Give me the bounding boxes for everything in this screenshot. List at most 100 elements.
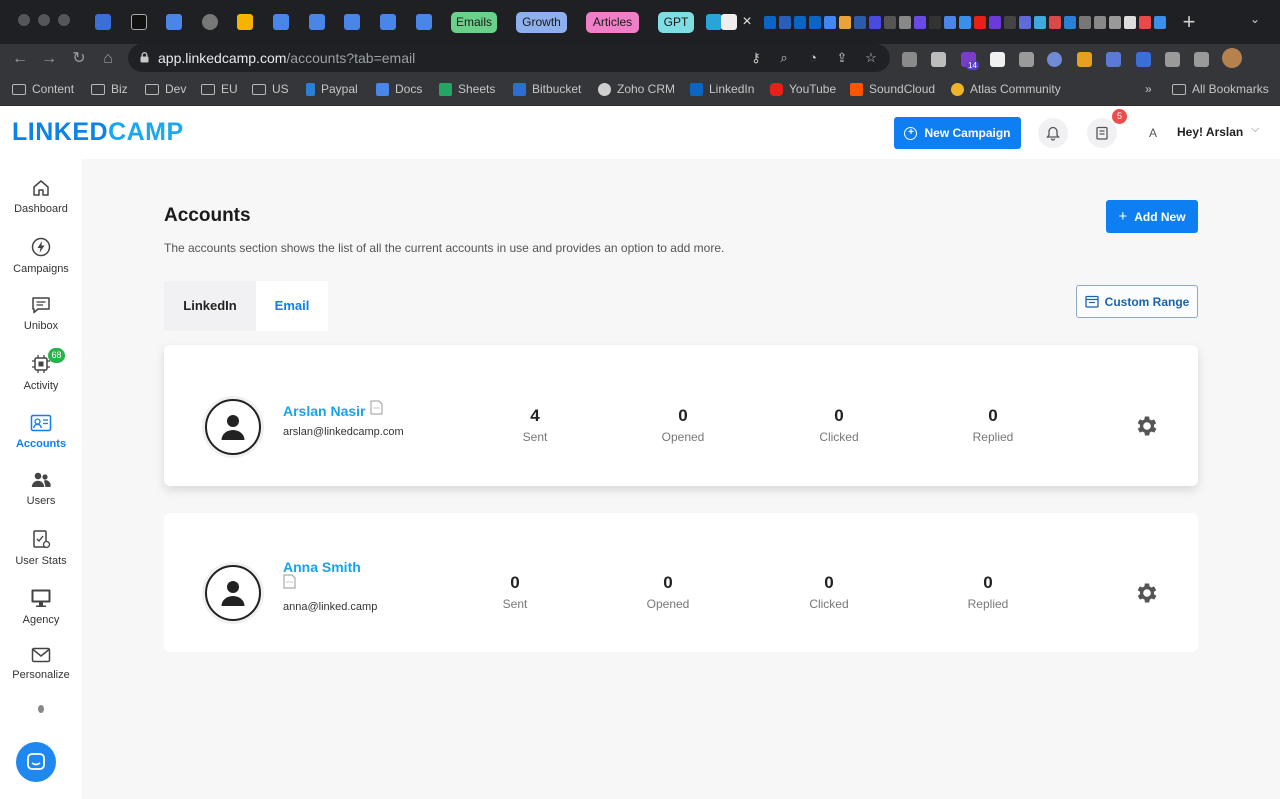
home-icon[interactable]: ⌂ [97,48,119,70]
file-csv-icon[interactable] [283,574,296,589]
add-new-account-button[interactable]: + Add New [1106,200,1198,233]
tab-favicon-check[interactable] [1004,16,1016,29]
m-extension-icon[interactable] [1019,52,1034,67]
tab-favicon-active[interactable] [706,14,722,30]
bookmark-atlas-community[interactable]: Atlas Community [951,82,1061,96]
window-minimize-button[interactable] [38,14,50,26]
bookmark-sheets[interactable]: Sheets [439,82,495,96]
tab-favicon-linkedin[interactable] [794,16,806,29]
tab-favicon-youtube[interactable] [974,16,986,29]
performance-icon[interactable]: ◔ [805,50,821,66]
user-avatar[interactable]: A [1140,120,1166,146]
bookmarks-overflow-button[interactable]: » [1145,82,1152,96]
url-input[interactable]: app.linkedcamp.com/accounts?tab=email ⚷ … [128,44,890,72]
tab-favicon-mixed[interactable] [869,16,881,29]
bookmark-bitbucket[interactable]: Bitbucket [513,82,581,96]
tab-group-gpt[interactable]: GPT [658,12,694,33]
tab-favicon-docs[interactable] [166,14,182,30]
close-tab-icon[interactable]: × [736,10,758,34]
tab-favicon-cube[interactable] [1064,16,1076,29]
sidebar-item-unibox[interactable]: Unibox [0,296,82,352]
tab-favicon-linkedin[interactable] [809,16,821,29]
window-close-button[interactable] [18,14,30,26]
link-extension-icon[interactable] [1106,52,1121,67]
tab-favicon-docs[interactable] [273,14,289,30]
file-csv-icon[interactable] [370,400,383,415]
sidebar-item-dashboard[interactable]: Dashboard [0,179,82,235]
tab-favicon-circle[interactable] [1124,16,1136,29]
tab-favicon-q[interactable] [1034,16,1046,29]
tab-favicon-x[interactable] [1079,16,1091,29]
new-tab-button[interactable]: + [1178,8,1200,36]
tab-favicon-docs[interactable] [309,14,325,30]
tab-favicon-cal[interactable] [914,16,926,29]
tab-favicon-c2[interactable] [1019,16,1031,29]
bookmark-docs[interactable]: Docs [376,82,422,96]
tab-favicon-docs[interactable] [416,14,432,30]
tab-favicon-docs[interactable] [380,14,396,30]
support-chat-button[interactable] [16,742,56,782]
tab-email[interactable]: Email [256,281,328,331]
tab-favicon-linkedcamp[interactable] [95,14,111,30]
sidebar-item-agency[interactable]: Agency [0,588,82,644]
chevron-down-icon[interactable]: ⌵ [1251,123,1259,136]
notifications-bell-icon[interactable] [1038,118,1068,148]
bookmark-linkedin[interactable]: LinkedIn [690,82,754,96]
bookmark-folder-content[interactable]: Content [12,82,74,96]
sidepanel-icon[interactable] [1194,52,1209,67]
puzzle-extensions-icon[interactable] [1165,52,1180,67]
tab-favicon-grid[interactable] [839,16,851,29]
bookmark-folder-eu[interactable]: EU [201,82,238,96]
tab-group-emails[interactable]: Emails [451,12,497,33]
tab-favicon-docs[interactable] [344,14,360,30]
bookmark-star-icon[interactable]: ☆ [863,50,879,66]
tab-group-articles[interactable]: Articles [586,12,639,33]
bookmark-folder-us[interactable]: US [252,82,289,96]
tab-search-chevron-icon[interactable]: ⌄ [1250,12,1260,26]
tab-favicon-y[interactable] [1094,16,1106,29]
profile-avatar-icon[interactable] [1222,48,1242,68]
back-arrow-icon[interactable]: ← [9,48,31,70]
tab-group-growth[interactable]: Growth [516,12,567,33]
sidebar-item-activity[interactable]: 68 Activity [0,348,82,410]
at-extension-icon[interactable] [1047,52,1062,67]
forward-arrow-icon[interactable]: → [38,48,60,70]
linkedcamp-logo[interactable]: LINKEDCAMP [12,118,184,147]
gear-icon[interactable] [1134,413,1160,439]
bookmark-paypal[interactable]: Paypal [306,82,358,96]
tab-favicon-linkedin[interactable] [764,16,776,29]
tab-favicon-ms[interactable] [1049,16,1061,29]
tab-favicon-z[interactable] [779,16,791,29]
tab-favicon-g[interactable] [899,16,911,29]
seo-extension-icon[interactable] [1077,52,1092,67]
tab-favicon-globe[interactable] [202,14,218,30]
drive-extension-icon[interactable] [1136,52,1151,67]
bookmark-youtube[interactable]: YouTube [770,82,836,96]
bookmark-folder-dev[interactable]: Dev [145,82,186,96]
tab-favicon-f[interactable] [989,16,1001,29]
new-campaign-button[interactable]: + New Campaign [894,117,1021,149]
tab-favicon-blue[interactable] [1154,16,1166,29]
zoom-icon[interactable]: ⌕ [776,50,792,66]
user-greeting[interactable]: Hey! Arslan [1177,125,1243,139]
tab-favicon-flash[interactable] [959,16,971,29]
tab-favicon-terminal[interactable] [131,14,147,30]
tab-linkedin[interactable]: LinkedIn [164,281,256,331]
tab-favicon-w[interactable] [854,16,866,29]
reload-icon[interactable]: ↻ [68,48,90,70]
sidebar-item-user-stats[interactable]: User Stats [0,529,82,585]
gear-icon[interactable] [1134,580,1160,606]
dropbox-extension-icon[interactable] [902,52,917,67]
bookmark-soundcloud[interactable]: SoundCloud [850,82,935,96]
tasks-clipboard-icon[interactable] [1087,118,1117,148]
sidebar-item-personalize[interactable]: Personalize [0,647,82,703]
all-bookmarks-button[interactable]: All Bookmarks [1172,82,1269,96]
vuejs-extension-icon[interactable] [931,52,946,67]
custom-range-button[interactable]: Custom Range [1076,285,1198,318]
share-icon[interactable]: ⇪ [834,50,850,66]
tab-favicon-docs[interactable] [944,16,956,29]
sidebar-item-users[interactable]: Users [0,471,82,527]
tab-favicon-red[interactable] [1139,16,1151,29]
bookmark-folder-biz[interactable]: Biz [91,82,128,96]
tab-favicon-e[interactable] [884,16,896,29]
